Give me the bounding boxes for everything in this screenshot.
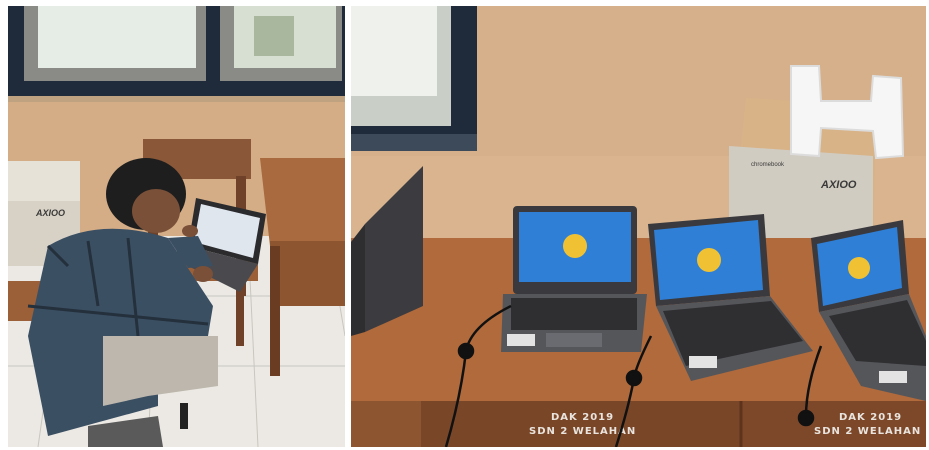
window — [351, 6, 477, 151]
desk-label-school-2: SDN 2 WELAHAN — [814, 426, 921, 437]
laptop-1 — [501, 206, 647, 352]
photo-student-using-laptop: AXIOO — [8, 6, 345, 447]
photo-chromebooks-on-desk: AXIOO chromebook DAK 2019 SDN 2 WELAHAN … — [351, 6, 926, 447]
scene-left: AXIOO — [8, 6, 345, 447]
window — [8, 6, 345, 102]
desk-label-year-2: DAK 2019 — [839, 412, 902, 423]
box-brand-text: AXIOO — [820, 179, 857, 191]
box-brand-text: AXIOO — [35, 208, 65, 218]
box-subbrand-text: chromebook — [751, 162, 785, 168]
scene-right: AXIOO chromebook DAK 2019 SDN 2 WELAHAN … — [351, 6, 926, 447]
desk-label-year: DAK 2019 — [551, 412, 614, 423]
